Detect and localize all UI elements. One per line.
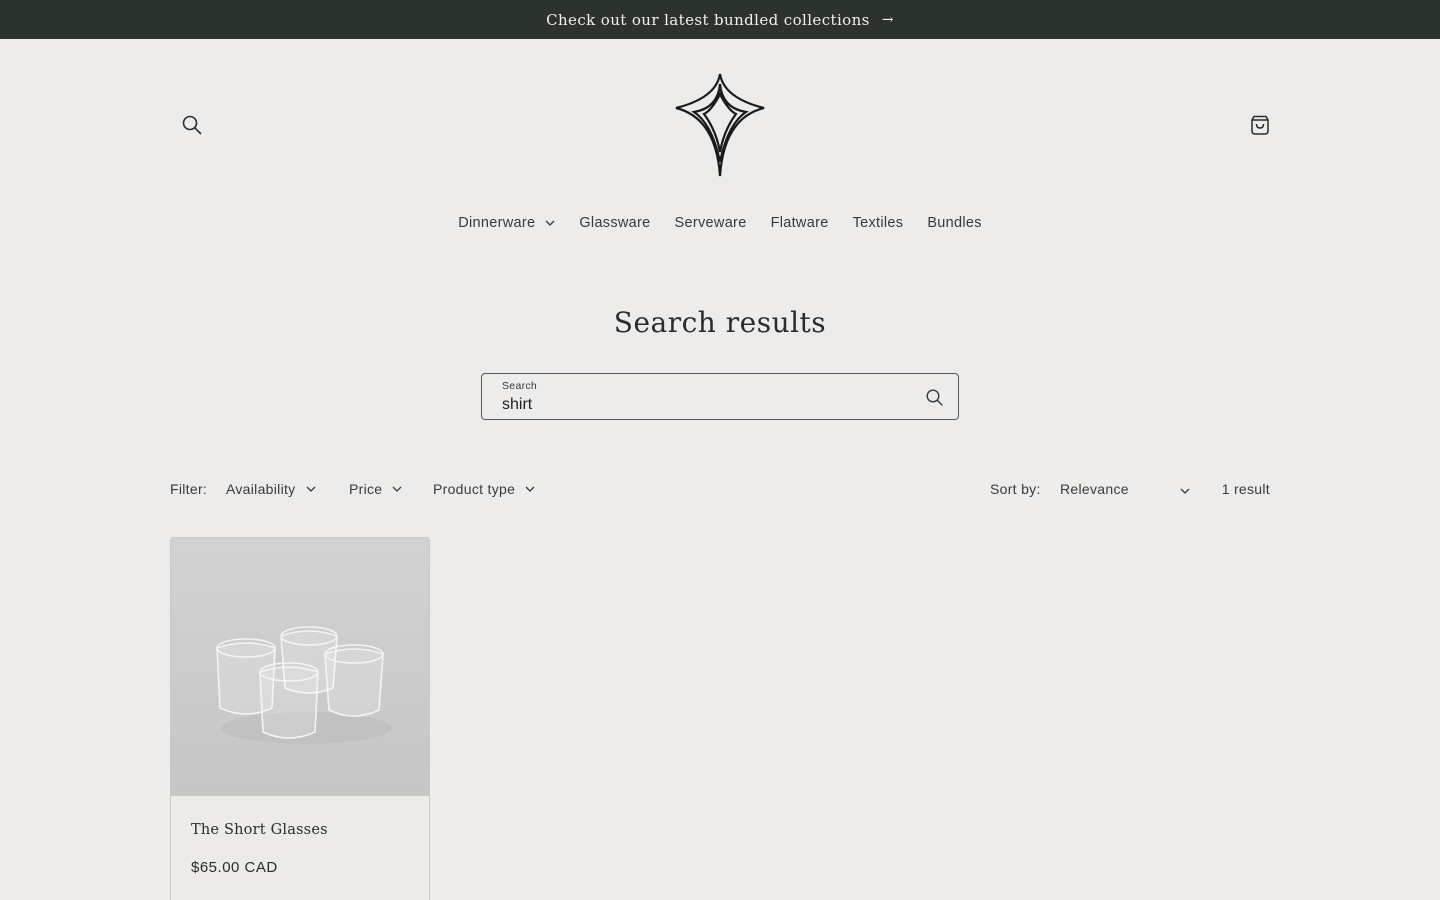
filter-price-label: Price — [349, 481, 383, 497]
filter-product-type-label: Product type — [433, 481, 516, 497]
header-search-button[interactable] — [178, 111, 206, 139]
main-nav: Dinnerware Glassware Serveware Flatware … — [0, 212, 1440, 234]
nav-item-serveware[interactable]: Serveware — [663, 212, 759, 234]
nav-item-label: Textiles — [852, 215, 904, 231]
filter-label: Filter: — [170, 481, 208, 497]
search-field-label: Search — [502, 380, 538, 392]
store-logo[interactable] — [672, 72, 768, 178]
facets-bar: Filter: Availability Price Product type … — [170, 480, 1270, 500]
filter-price[interactable]: Price — [349, 481, 402, 497]
nav-item-label: Bundles — [927, 215, 982, 231]
product-price: $65.00 CAD — [191, 859, 278, 876]
search-icon — [182, 115, 202, 135]
filter-availability[interactable]: Availability — [226, 481, 316, 497]
nav-item-dinnerware[interactable]: Dinnerware — [446, 212, 567, 234]
nav-item-textiles[interactable]: Textiles — [841, 212, 916, 234]
cart-button[interactable] — [1246, 111, 1274, 139]
filter-product-type[interactable]: Product type — [433, 481, 535, 497]
chevron-down-icon — [1180, 481, 1190, 497]
chevron-down-icon — [306, 486, 316, 492]
announcement-text: Check out our latest bundled collections — [546, 10, 870, 29]
sort-select-value: Relevance — [1060, 481, 1129, 497]
nav-item-label: Glassware — [579, 215, 651, 231]
page-title: Search results — [613, 306, 827, 339]
filter-availability-label: Availability — [226, 481, 296, 497]
chevron-down-icon — [525, 486, 535, 492]
result-count: 1 result — [1221, 481, 1270, 497]
product-card[interactable]: The Short Glasses $65.00 CAD — [170, 537, 430, 900]
sort-select[interactable]: Relevance — [1060, 481, 1190, 497]
nav-item-label: Serveware — [674, 215, 747, 231]
arrow-right-icon: → — [881, 11, 894, 28]
search-icon — [925, 388, 943, 406]
chevron-down-icon — [392, 486, 402, 492]
nav-item-label: Flatware — [770, 215, 829, 231]
nav-item-glassware[interactable]: Glassware — [567, 212, 662, 234]
search-submit-button[interactable] — [922, 385, 946, 409]
nav-item-flatware[interactable]: Flatware — [759, 212, 841, 234]
chevron-down-icon — [545, 220, 555, 226]
search-field[interactable]: Search — [481, 373, 959, 420]
nav-item-bundles[interactable]: Bundles — [915, 212, 994, 234]
product-image[interactable] — [171, 538, 429, 796]
cart-icon — [1251, 115, 1269, 135]
nav-item-label: Dinnerware — [458, 215, 536, 231]
product-title[interactable]: The Short Glasses — [191, 822, 328, 838]
announcement-bar[interactable]: Check out our latest bundled collections… — [0, 0, 1440, 39]
search-input[interactable] — [502, 394, 902, 416]
star-diamond-logo — [675, 73, 765, 177]
sort-label: Sort by: — [990, 481, 1041, 497]
